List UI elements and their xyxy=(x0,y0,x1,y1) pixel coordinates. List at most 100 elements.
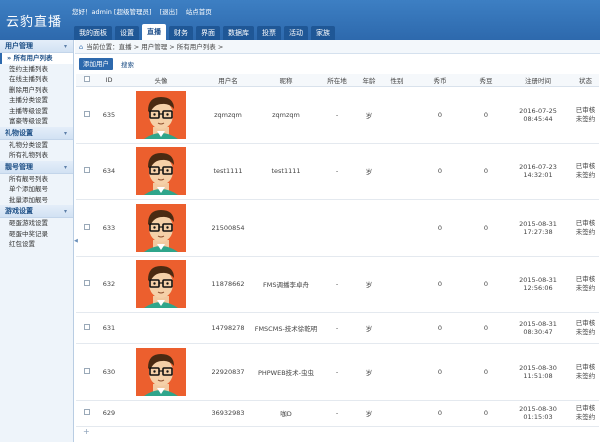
breadcrumb: ⌂ 当前位置：直播 > 用户管理 > 所有用户列表 > xyxy=(75,40,600,54)
cell-location: - xyxy=(318,143,356,200)
sidebar-item[interactable]: 礼物分类设置 xyxy=(0,140,73,151)
table-row[interactable]: 632 11878662 FMS调播李卓舟 - 岁 0 0 2015-08-31 12:56:… xyxy=(76,256,599,313)
cell-registered: 2015-08-30 01:15:03 xyxy=(504,400,572,427)
table-row[interactable]: 630 22920837 PHPWEB技术-虫虫 - 岁 0 0 2015-08-30 11:… xyxy=(76,343,599,401)
cell-id: 635 xyxy=(98,86,120,144)
cell-id: 633 xyxy=(98,199,120,257)
cell-age: 岁 xyxy=(356,343,382,401)
nav-tab[interactable]: 界面 xyxy=(196,26,220,40)
cell-id: 634 xyxy=(98,143,120,200)
table-header-row: ID 头像 用户名 昵称 所在地 年龄 性别 秀币 秀豆 注册时间 状态 xyxy=(76,74,599,87)
nav-tab[interactable]: 直播 xyxy=(142,24,166,40)
sidebar-item[interactable]: » 所有用户列表 xyxy=(0,53,73,64)
column-header: 秀币 xyxy=(412,74,468,87)
chevron-down-icon: ▾ xyxy=(63,43,67,50)
cell-gender xyxy=(382,199,412,257)
row-checkbox[interactable] xyxy=(84,323,90,330)
sidebar-section-label: 用户管理 xyxy=(5,42,33,50)
status-text: 已审核 xyxy=(575,362,596,371)
sidebar-item[interactable]: 删除用户列表 xyxy=(0,85,73,96)
nav-tab[interactable]: 财务 xyxy=(169,26,193,40)
column-header: ID xyxy=(98,74,120,87)
cell-beans: 0 xyxy=(468,256,504,313)
sidebar-section-label: 靓号管理 xyxy=(5,162,33,171)
column-header: 秀豆 xyxy=(468,74,504,87)
cell-location: - xyxy=(318,86,356,144)
cell-nickname: PHPWEB技术-虫虫 xyxy=(254,343,318,401)
cell-username: 22920837 xyxy=(202,343,254,401)
row-checkbox[interactable] xyxy=(84,110,90,117)
cell-username: 21500854 xyxy=(202,199,254,257)
status-cell: 已审核 未签约 xyxy=(572,343,599,401)
column-header: 年龄 xyxy=(356,74,382,87)
row-checkbox[interactable] xyxy=(84,280,90,286)
cell-registered: 2015-08-31 08:30:47 xyxy=(504,312,572,344)
cell-coins: 0 xyxy=(412,143,468,200)
add-row-icon[interactable]: + xyxy=(75,427,600,437)
table-row[interactable]: 631 14798278 FMSCMS-技术徐乾明 - 岁 0 0 2015-08-31 08… xyxy=(76,312,599,344)
cell-gender xyxy=(382,143,412,200)
nav-tab[interactable]: 家族 xyxy=(311,26,335,40)
nav-tab[interactable]: 活动 xyxy=(284,26,308,40)
cell-age: 岁 xyxy=(356,400,382,427)
sidebar-item[interactable]: 富豪等级设置 xyxy=(0,116,73,127)
sidebar-item[interactable]: 批量添加靓号 xyxy=(0,195,73,206)
cell-username: 36932983 xyxy=(202,400,254,427)
cell-username: 14798278 xyxy=(202,312,254,344)
checkbox[interactable] xyxy=(84,75,90,82)
sidebar-item[interactable]: 主播等级设置 xyxy=(0,106,73,117)
sidebar-section-label: 游戏设置 xyxy=(5,207,33,215)
table-row[interactable]: 633 21500854 0 0 2015-08-31 17:27:38 已审核 未签约 xyxy=(76,199,599,257)
cell-nickname xyxy=(254,199,318,257)
add-user-button[interactable]: 添加用户 xyxy=(79,58,113,70)
chevron-down-icon: ▾ xyxy=(63,208,67,215)
sidebar-section-title[interactable]: 用户管理 ▾ xyxy=(0,40,73,53)
row-checkbox[interactable] xyxy=(84,167,90,173)
sidebar-item[interactable]: 签约主播列表 xyxy=(0,64,73,75)
cell-beans: 0 xyxy=(468,143,504,200)
select-all-checkbox[interactable] xyxy=(76,74,98,87)
cell-age: 岁 xyxy=(356,143,382,200)
cell-gender xyxy=(382,400,412,427)
status-text: 已审核 xyxy=(575,105,596,114)
cell-beans: 0 xyxy=(468,199,504,257)
cell-age xyxy=(356,199,382,257)
home-icon[interactable]: ⌂ xyxy=(79,43,83,51)
sidebar-section-title[interactable]: 靓号管理 ▾ xyxy=(0,160,73,174)
status-text: 未签约 xyxy=(575,371,596,380)
column-header: 所在地 xyxy=(318,74,356,87)
sidebar-item[interactable]: 在线主播列表 xyxy=(0,74,73,85)
row-checkbox[interactable] xyxy=(84,367,90,374)
row-checkbox-cell xyxy=(76,343,98,401)
sidebar-item[interactable]: 单个添加靓号 xyxy=(0,184,73,195)
logout-link[interactable]: [退出] xyxy=(160,8,178,16)
table-row[interactable]: 629 36932983 咖D - 岁 0 0 2015-08-30 01:15:03 已审核未… xyxy=(76,400,599,427)
chevron-down-icon: ▾ xyxy=(63,129,67,137)
sidebar-item[interactable]: 红包设置 xyxy=(0,239,73,250)
status-text: 未签约 xyxy=(575,227,596,236)
row-checkbox[interactable] xyxy=(84,409,90,415)
sidebar-item[interactable]: 主播分类设置 xyxy=(0,95,73,106)
cell-nickname: test1111 xyxy=(254,143,318,200)
search-button[interactable]: 搜索 xyxy=(121,59,134,69)
status-text: 未签约 xyxy=(575,114,596,123)
sidebar-item[interactable]: 所有靓号列表 xyxy=(0,174,73,185)
sidebar-item[interactable]: 砸蛋中奖记录 xyxy=(0,229,73,240)
sidebar-section-title[interactable]: 游戏设置 ▾ xyxy=(0,205,73,218)
sidebar-item[interactable]: 砸蛋游戏设置 xyxy=(0,218,73,229)
cell-nickname: FMS调播李卓舟 xyxy=(254,256,318,313)
row-checkbox[interactable] xyxy=(84,223,90,230)
nav-tab[interactable]: 数据库 xyxy=(223,26,254,40)
status-cell: 已审核 未签约 xyxy=(572,312,599,344)
avatar-cell xyxy=(120,312,202,344)
nav-tab[interactable]: 我的面板 xyxy=(74,26,112,40)
avatar-cell xyxy=(120,400,202,427)
table-row[interactable]: 634 test1111 test1111- 岁 0 0 2016-07-23 14:32:… xyxy=(76,143,599,200)
cell-location: - xyxy=(318,256,356,313)
sidebar-item[interactable]: 所有礼物列表 xyxy=(0,150,73,161)
nav-tab[interactable]: 设置 xyxy=(115,26,139,40)
table-row[interactable]: 635 zqmzqm zqmzqm - 岁 0 0 2016-07-25 08:45:44 已审… xyxy=(76,86,599,144)
nav-tab[interactable]: 投票 xyxy=(257,26,281,40)
site-home-link[interactable]: 站点首页 xyxy=(186,8,212,16)
sidebar-section-title[interactable]: 礼物设置 ▾ xyxy=(0,126,73,140)
